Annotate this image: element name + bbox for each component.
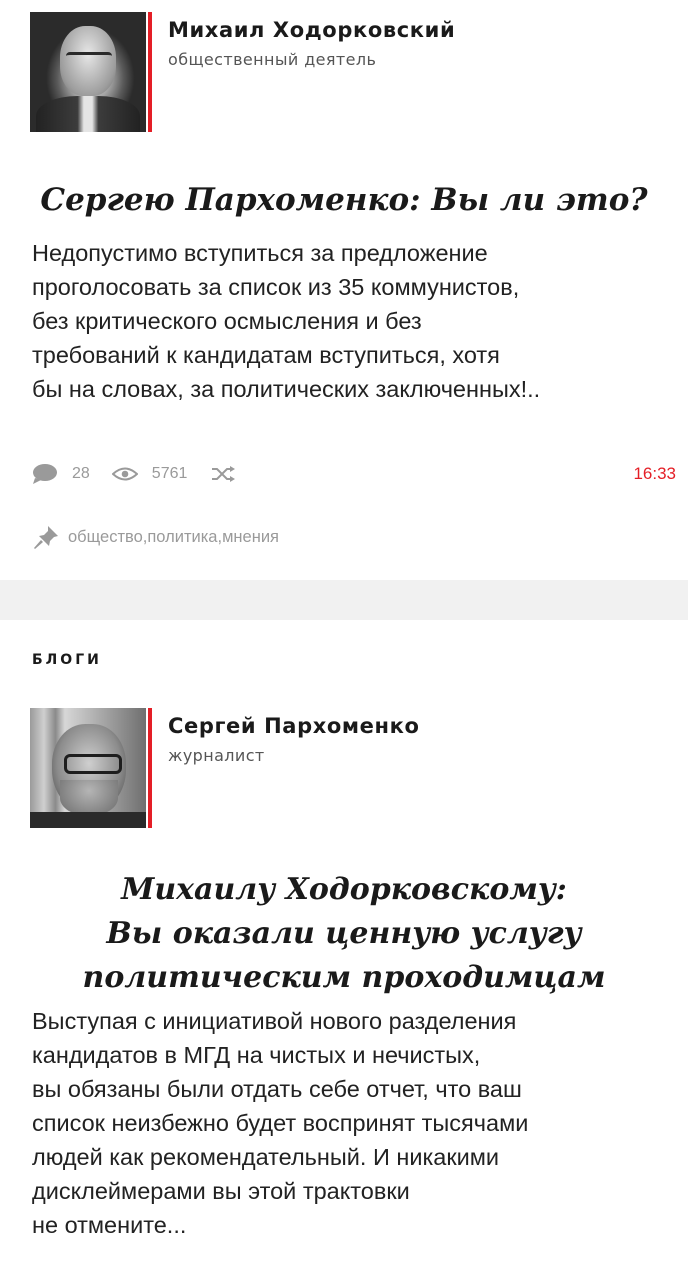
- lede-line: вы обязаны были отдать себе отчет, что в…: [32, 1076, 522, 1102]
- lede-line: Выступая с инициативой нового разделения: [32, 1008, 517, 1034]
- headline-line[interactable]: политическим проходимцам: [0, 956, 688, 1000]
- feed-divider: [0, 580, 688, 620]
- tag-link[interactable]: общество: [68, 528, 143, 547]
- author-block[interactable]: Михаил Ходорковский общественный деятель: [30, 12, 455, 132]
- lede-line: дисклеймерами вы этой трактовки: [32, 1178, 410, 1204]
- post-lede[interactable]: Выступая с инициативой нового разделения…: [32, 1004, 672, 1242]
- author-name[interactable]: Михаил Ходорковский: [168, 18, 455, 42]
- lede-line: кандидатов в МГД на чистых и нечистых,: [32, 1042, 481, 1068]
- tag-link[interactable]: мнения: [222, 528, 279, 547]
- author-name[interactable]: Сергей Пархоменко: [168, 714, 419, 738]
- post-tags: общество, политика, мнения: [32, 524, 279, 550]
- comments-count: 28: [72, 465, 90, 482]
- lede-line: проголосовать за список из 35 коммунисто…: [32, 274, 520, 300]
- tag-link[interactable]: политика: [147, 528, 217, 547]
- accent-bar: [148, 12, 152, 132]
- author-photo[interactable]: [30, 12, 146, 132]
- post-headline[interactable]: Сергею Пархоменко: Вы ли это?: [0, 180, 688, 220]
- views-count: 5761: [151, 465, 188, 482]
- post-card[interactable]: Михаил Ходорковский общественный деятель…: [0, 0, 688, 580]
- headline-line[interactable]: Вы оказали ценную услугу: [0, 912, 688, 956]
- post-headline[interactable]: Михаилу Ходорковскому: Вы оказали ценную…: [0, 868, 688, 1000]
- post-lede[interactable]: Недопустимо вступиться за предложение пр…: [32, 236, 672, 406]
- share-button[interactable]: [211, 465, 237, 483]
- post-time: 16:33: [633, 464, 676, 483]
- author-role: общественный деятель: [168, 50, 377, 69]
- accent-bar: [148, 708, 152, 828]
- author-block[interactable]: Сергей Пархоменко журналист: [30, 708, 419, 828]
- lede-line: список неизбежно будет воспринят тысячам…: [32, 1110, 529, 1136]
- author-photo[interactable]: [30, 708, 146, 828]
- headline-line[interactable]: Михаилу Ходорковскому:: [0, 868, 688, 912]
- lede-line: людей как рекомендательный. И никакими: [32, 1144, 500, 1170]
- section-label[interactable]: БЛОГИ: [32, 652, 102, 668]
- lede-line: не отмените...: [32, 1212, 187, 1238]
- speech-bubble-icon: [32, 463, 58, 485]
- views-stat: 5761: [111, 465, 188, 483]
- post-card[interactable]: БЛОГИ Сергей Пархоменко журналист Михаил…: [0, 620, 688, 1280]
- pin-icon: [32, 524, 68, 550]
- lede-line: без критического осмысления и без: [32, 308, 422, 334]
- headline-line[interactable]: Сергею Пархоменко: Вы ли это?: [40, 182, 647, 218]
- eye-icon: [111, 466, 138, 482]
- shuffle-icon: [211, 465, 237, 483]
- lede-line: Недопустимо вступиться за предложение: [32, 240, 488, 266]
- post-stats: 28 5761 16:33: [32, 460, 676, 488]
- author-role: журналист: [168, 746, 265, 765]
- comments-stat[interactable]: 28: [32, 463, 90, 485]
- lede-line: бы на словах, за политических заключенны…: [32, 376, 541, 402]
- lede-line: требований к кандидатам вступиться, хотя: [32, 342, 500, 368]
